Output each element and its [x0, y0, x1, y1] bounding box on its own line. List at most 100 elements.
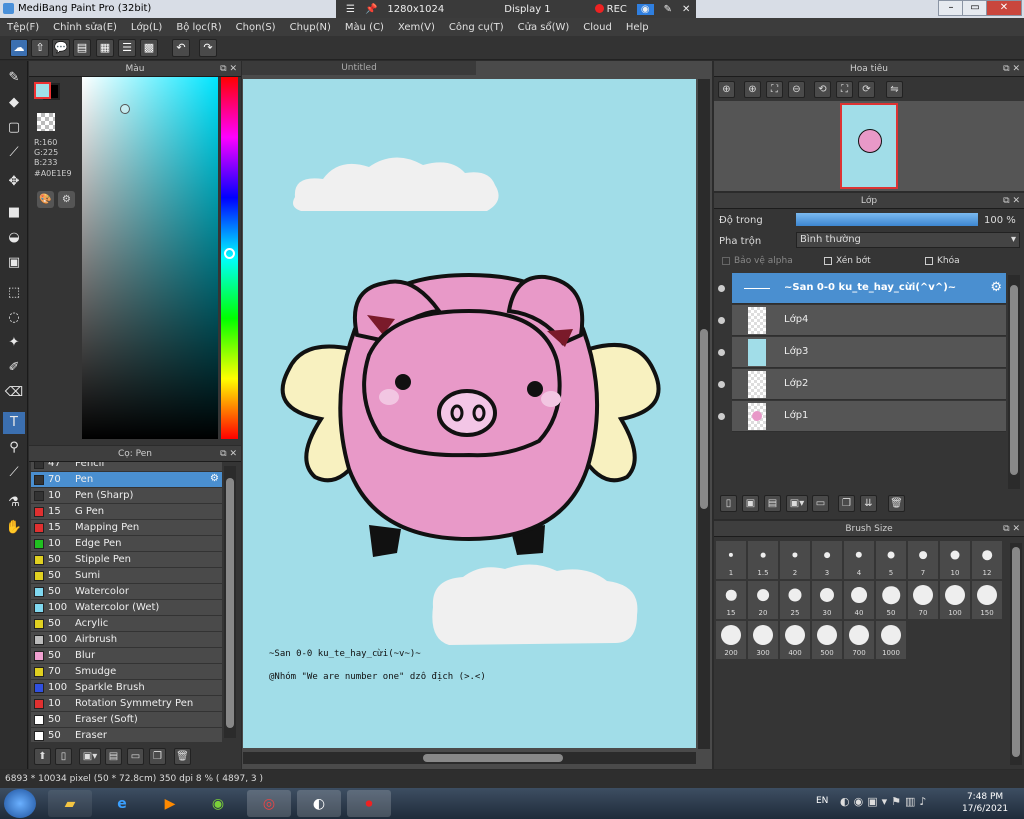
- add-brush-icon[interactable]: ⬆: [34, 748, 51, 765]
- brush-size-option[interactable]: 1.5: [748, 541, 778, 579]
- brush-item[interactable]: 50 Eraser: [31, 728, 222, 742]
- brush-size-option[interactable]: 200: [716, 621, 746, 659]
- hand-tool-icon[interactable]: ✋: [3, 517, 25, 539]
- close-panel-icon[interactable]: ⧉ ✕: [1003, 193, 1020, 209]
- brush-size-option[interactable]: 40: [844, 581, 874, 619]
- explorer-icon[interactable]: ▰: [48, 790, 92, 817]
- tray-icons[interactable]: ◐◉▣▾⚑▥♪: [840, 795, 930, 808]
- brush-settings-icon[interactable]: ▤: [105, 748, 122, 765]
- merge-layer-icon[interactable]: ⇊: [860, 495, 877, 512]
- close-panel-icon[interactable]: ⧉ ✕: [1003, 521, 1020, 537]
- layer-row-4[interactable]: Lớp4: [718, 305, 1006, 336]
- brush-item[interactable]: 100 Airbrush: [31, 632, 222, 648]
- select-rect-icon[interactable]: ⬚: [3, 282, 25, 304]
- menu-layer[interactable]: Lớp(L): [131, 22, 162, 33]
- brush-item[interactable]: 70 Smudge: [31, 664, 222, 680]
- brush-item[interactable]: 10 Pen (Sharp): [31, 488, 222, 504]
- add-brush-menu-icon[interactable]: ▣▾: [79, 748, 101, 765]
- gear-icon[interactable]: ⚙: [990, 280, 1002, 295]
- add-layer-menu-icon[interactable]: ▣▾: [786, 495, 808, 512]
- tab-untitled[interactable]: Untitled: [242, 61, 476, 75]
- drawing-canvas[interactable]: ~San 0-0 ku_te_hay_cừi(~v~)~ @Nhóm "We a…: [243, 79, 696, 748]
- brush-size-option[interactable]: 7: [908, 541, 938, 579]
- brush-item[interactable]: 50 Eraser (Soft): [31, 712, 222, 728]
- list-icon[interactable]: ☰: [118, 39, 136, 57]
- folder-icon[interactable]: ▭: [127, 748, 144, 765]
- divide-tool-icon[interactable]: ⟋: [3, 462, 25, 484]
- saturation-value-picker[interactable]: [82, 77, 218, 439]
- new-brush-icon[interactable]: ▯: [55, 748, 72, 765]
- layer-folder-icon[interactable]: ▭: [812, 495, 829, 512]
- brush-size-option[interactable]: 700: [844, 621, 874, 659]
- brush-size-option[interactable]: 50: [876, 581, 906, 619]
- menu-edit[interactable]: Chỉnh sửa(E): [53, 22, 117, 33]
- brush-size-option[interactable]: 500: [812, 621, 842, 659]
- chrome-icon[interactable]: ◎: [247, 790, 291, 817]
- media-player-icon[interactable]: ▶: [148, 790, 192, 817]
- brush-size-option[interactable]: 12: [972, 541, 1002, 579]
- layer-row-2[interactable]: Lớp2: [718, 369, 1006, 400]
- close-panel-icon[interactable]: ⧉ ✕: [220, 61, 237, 77]
- rotate-left-icon[interactable]: ⟲: [814, 81, 831, 98]
- visibility-icon[interactable]: [718, 285, 725, 292]
- brush-size-option[interactable]: 2: [780, 541, 810, 579]
- pencil-icon[interactable]: ✎: [664, 4, 672, 15]
- menu-file[interactable]: Tệp(F): [7, 22, 39, 33]
- close-button[interactable]: ✕: [986, 0, 1022, 16]
- brush-list-scroll-thumb[interactable]: [226, 478, 234, 728]
- palette-icon[interactable]: 🎨: [37, 191, 54, 208]
- brush-item[interactable]: 10 Edge Pen: [31, 536, 222, 552]
- brush-size-option[interactable]: 70: [908, 581, 938, 619]
- rec-button[interactable]: REC: [594, 3, 627, 15]
- camera-icon[interactable]: ◉: [636, 3, 654, 15]
- brush-item[interactable]: 15 G Pen: [31, 504, 222, 520]
- navigator-thumbnail[interactable]: [840, 103, 898, 189]
- menu-window[interactable]: Cửa sổ(W): [518, 22, 570, 33]
- canvas-vertical-scrollbar[interactable]: [698, 79, 710, 749]
- brush-size-option[interactable]: 3: [812, 541, 842, 579]
- rotate-right-icon[interactable]: ⟳: [858, 81, 875, 98]
- eraser-tool-icon[interactable]: ◆: [3, 92, 25, 114]
- internet-explorer-icon[interactable]: e: [100, 790, 144, 817]
- visibility-icon[interactable]: [718, 317, 725, 324]
- blend-mode-select[interactable]: Bình thường ▾: [796, 232, 1020, 248]
- delete-layer-icon[interactable]: 🗑: [888, 495, 905, 512]
- brush-item[interactable]: 100 Watercolor (Wet): [31, 600, 222, 616]
- fit-icon[interactable]: ⛶: [766, 81, 783, 98]
- zoom-in-icon[interactable]: ⊕: [718, 81, 735, 98]
- undo-icon[interactable]: ↶: [172, 39, 190, 57]
- panel-icon[interactable]: ▦: [96, 39, 114, 57]
- brush-item[interactable]: 15 Mapping Pen: [31, 520, 222, 536]
- hue-slider-handle[interactable]: [224, 248, 235, 259]
- cloud-icon[interactable]: ☁: [10, 39, 28, 57]
- foreground-color-swatch[interactable]: [34, 82, 51, 99]
- minimize-button[interactable]: –: [938, 0, 964, 16]
- new-color-layer-icon[interactable]: ▣: [742, 495, 759, 512]
- language-indicator[interactable]: EN: [816, 796, 828, 806]
- protect-alpha-checkbox[interactable]: [722, 257, 730, 265]
- bucket-tool-icon[interactable]: ◒: [3, 227, 25, 249]
- menu-tools[interactable]: Công cụ(T): [449, 22, 504, 33]
- brush-size-option[interactable]: 1: [716, 541, 746, 579]
- canvas-horizontal-scroll-thumb[interactable]: [423, 754, 563, 762]
- menu-filter[interactable]: Bộ lọc(R): [176, 22, 221, 33]
- color-picker-cursor[interactable]: [120, 104, 130, 114]
- visibility-icon[interactable]: [718, 381, 725, 388]
- move-tool-icon[interactable]: ✥: [3, 171, 25, 193]
- brush-item[interactable]: 100 Sparkle Brush: [31, 680, 222, 696]
- comment-icon[interactable]: 💬: [52, 39, 70, 57]
- brush-size-option[interactable]: 20: [748, 581, 778, 619]
- duplicate-layer-icon[interactable]: ❐: [838, 495, 855, 512]
- brush-item[interactable]: 10 Rotation Symmetry Pen: [31, 696, 222, 712]
- layer-row-1[interactable]: Lớp1: [718, 401, 1006, 432]
- brush-size-option[interactable]: 100: [940, 581, 970, 619]
- brush-size-option[interactable]: 150: [972, 581, 1002, 619]
- new-halftone-layer-icon[interactable]: ▤: [764, 495, 781, 512]
- recorder-icon[interactable]: ⏺: [347, 790, 391, 817]
- text-tool-icon[interactable]: T: [3, 412, 25, 434]
- fill-rect-tool-icon[interactable]: ■: [3, 202, 25, 224]
- brush-list-scrollbar[interactable]: [224, 466, 236, 738]
- delete-brush-icon[interactable]: 🗑: [174, 748, 191, 765]
- opacity-slider[interactable]: [796, 213, 978, 226]
- canvas-horizontal-scrollbar[interactable]: [243, 752, 696, 764]
